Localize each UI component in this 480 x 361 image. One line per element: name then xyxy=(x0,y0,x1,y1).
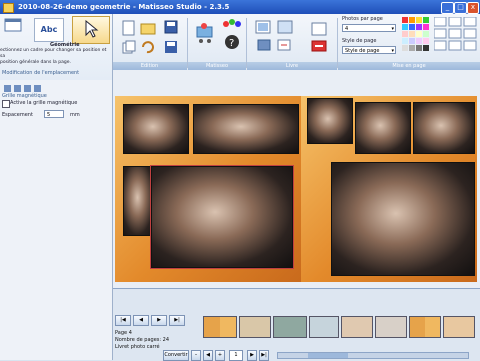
selected-photo-frame[interactable] xyxy=(150,165,294,269)
ribbon-label-edition: Edition xyxy=(112,62,187,70)
convert-button[interactable]: Convertir xyxy=(163,350,189,361)
photo-frame[interactable] xyxy=(193,104,299,154)
page-settings-icon[interactable] xyxy=(311,22,327,36)
convert-label: Convertir xyxy=(164,352,188,358)
save-icon[interactable] xyxy=(164,20,178,34)
page-thumbnail[interactable] xyxy=(239,316,271,338)
ribbon-label-mise-en-page: Mise en page xyxy=(338,62,480,70)
align-top-icon[interactable] xyxy=(34,85,41,92)
next-page-button[interactable]: ▶ xyxy=(151,315,167,326)
ribbon-group-livre: Livre xyxy=(247,14,337,70)
photo-frame[interactable] xyxy=(307,98,353,144)
scrollbar-thumb[interactable] xyxy=(308,353,348,358)
photos-per-page-select[interactable]: 4 ▾ xyxy=(342,24,396,32)
magnetic-grid-label: Grille magnétique xyxy=(2,93,47,99)
spacing-unit: mm xyxy=(70,112,80,118)
maximize-button[interactable]: □ xyxy=(454,2,467,14)
geometry-cursor-icon xyxy=(85,20,99,38)
geometry-description: ectionnez un cadre pour changer sa posit… xyxy=(0,48,107,65)
activate-grid-label: Active la grille magnétique xyxy=(10,100,78,106)
geometry-tab[interactable] xyxy=(72,16,110,44)
close-button[interactable]: x xyxy=(467,2,479,14)
page-thumbnail[interactable] xyxy=(443,316,475,338)
copy-icon[interactable] xyxy=(122,40,136,54)
delete-page-icon[interactable] xyxy=(311,40,327,52)
ribbon-label-livre: Livre xyxy=(247,62,337,70)
book-type: Livret photo carré xyxy=(115,344,160,350)
align-right-icon[interactable] xyxy=(24,85,31,92)
prev-page-button[interactable]: ◀ xyxy=(133,315,149,326)
page-style-value: Style de page xyxy=(345,48,380,54)
magnetic-grid-checkbox[interactable] xyxy=(2,100,10,108)
page-style-label: Style de page xyxy=(342,38,377,44)
last-page-button[interactable]: ▶| xyxy=(169,315,185,326)
page-style-select[interactable]: Style de page ▾ xyxy=(342,46,396,54)
svg-text:?: ? xyxy=(229,38,234,49)
photo-frame[interactable] xyxy=(413,102,475,154)
align-center-icon[interactable] xyxy=(14,85,21,92)
photo-frame[interactable] xyxy=(331,162,475,276)
page-thumbnail[interactable] xyxy=(309,316,339,338)
page-canvas xyxy=(113,70,480,288)
help-icon[interactable]: ? xyxy=(224,34,240,50)
modify-location-label: Modification de l'emplacement xyxy=(2,70,80,76)
add-page-icon[interactable] xyxy=(277,38,291,52)
page-thumbnail[interactable] xyxy=(409,316,441,338)
zoom-in-button[interactable]: + xyxy=(215,350,225,361)
color-palette-icon[interactable] xyxy=(402,17,430,57)
zoom-out-button[interactable]: – xyxy=(191,350,201,361)
undo-icon[interactable] xyxy=(140,40,154,54)
last-button[interactable]: ▶| xyxy=(259,350,269,361)
minimize-button[interactable]: _ xyxy=(441,2,454,14)
window-icon[interactable] xyxy=(4,18,22,32)
left-page[interactable] xyxy=(115,96,301,282)
chevron-down-icon: ▾ xyxy=(391,48,394,54)
page-label: Page 4 xyxy=(115,330,132,336)
new-document-icon[interactable] xyxy=(122,20,136,36)
colors-icon[interactable] xyxy=(222,18,242,30)
book-view-icon[interactable] xyxy=(277,20,293,34)
ribbon-group-edition: Edition xyxy=(112,14,187,70)
first-page-button[interactable]: |◀ xyxy=(115,315,131,326)
filmstrip: |◀ ◀ ▶ ▶| Page 4 Nombre de pages: 24 Liv… xyxy=(113,288,480,361)
photo-frame[interactable] xyxy=(355,102,411,154)
spacing-label: Espacement xyxy=(2,112,33,118)
app-icon xyxy=(3,3,14,13)
ribbon-group-mise-en-page: Photos par page 4 ▾ Style de page Style … xyxy=(338,14,480,70)
photo-frame[interactable] xyxy=(123,104,189,154)
page-number-value: 1 xyxy=(234,352,238,358)
save-as-icon[interactable] xyxy=(164,40,178,54)
right-page[interactable] xyxy=(301,96,477,282)
photos-per-page-label: Photos par page xyxy=(342,16,383,22)
page-thumbnail[interactable] xyxy=(375,316,407,338)
window-title: 2010-08-26-demo geometrie - Matisseo Stu… xyxy=(18,3,230,11)
filmstrip-scrollbar[interactable] xyxy=(277,352,469,359)
spacing-value: 5 xyxy=(47,112,51,118)
photo-icon[interactable] xyxy=(257,38,271,52)
open-folder-icon[interactable] xyxy=(140,20,156,36)
page-layout-icon[interactable] xyxy=(255,20,271,34)
page-thumbnail[interactable] xyxy=(341,316,373,338)
shopping-cart-icon[interactable] xyxy=(194,22,216,44)
ribbon-label-matisseo: Matisseo xyxy=(188,62,246,70)
prev-button[interactable]: ◀ xyxy=(203,350,213,361)
photos-per-page-value: 4 xyxy=(345,26,349,32)
spacing-input[interactable]: 5 xyxy=(44,110,64,118)
layout-thumbnails-icon[interactable] xyxy=(434,17,478,57)
text-tab[interactable]: Abc xyxy=(34,18,64,42)
next-button[interactable]: ▶ xyxy=(247,350,257,361)
ribbon-group-matisseo: ? Matisseo xyxy=(188,14,246,70)
chevron-down-icon: ▾ xyxy=(391,26,394,32)
page-thumbnail[interactable] xyxy=(273,316,307,338)
page-count: Nombre de pages: 24 xyxy=(115,337,170,343)
title-bar: 2010-08-26-demo geometrie - Matisseo Stu… xyxy=(0,0,480,14)
page-number-input[interactable]: 1 xyxy=(229,350,243,361)
page-thumbnail[interactable] xyxy=(203,316,237,338)
align-left-icon[interactable] xyxy=(4,85,11,92)
